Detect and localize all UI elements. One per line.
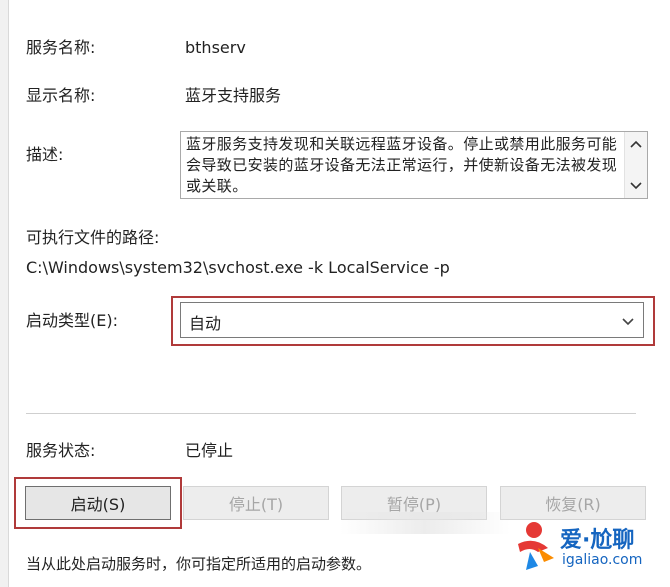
section-divider [26, 413, 636, 414]
description-scrollbar[interactable] [624, 132, 647, 198]
startup-type-label: 启动类型(E): [26, 311, 118, 330]
watermark-logo: 爱·尬聊 igaliao.com [508, 518, 658, 580]
service-status-value: 已停止 [185, 441, 234, 460]
service-status-label: 服务状态: [26, 441, 96, 460]
window-left-edge [0, 0, 9, 587]
startup-type-value: 自动 [189, 314, 222, 333]
resume-button[interactable]: 恢复(R) [500, 486, 646, 520]
stop-button[interactable]: 停止(T) [183, 486, 329, 520]
mascot-icon [518, 522, 554, 570]
watermark-site: igaliao.com [562, 552, 643, 568]
executable-path-label: 可执行文件的路径: [26, 228, 160, 247]
scroll-up-icon[interactable] [625, 134, 647, 154]
description-text: 蓝牙服务支持发现和关联远程蓝牙设备。停止或禁用此服务可能会导致已安装的蓝牙设备无… [186, 135, 618, 195]
service-name-value: bthserv [185, 38, 246, 57]
description-label: 描述: [26, 145, 64, 164]
scroll-down-icon[interactable] [625, 176, 647, 196]
startup-type-select[interactable]: 自动 [180, 302, 644, 338]
service-name-label: 服务名称: [26, 38, 96, 57]
watermark-brand: 爱·尬聊 [560, 528, 635, 553]
start-button[interactable]: 启动(S) [25, 486, 171, 520]
startup-parameters-hint: 当从此处启动服务时，你可指定所适用的启动参数。 [26, 555, 372, 573]
watermark-blur [340, 512, 510, 534]
executable-path-value: C:\Windows\system32\svchost.exe -k Local… [26, 258, 450, 277]
display-name-label: 显示名称: [26, 86, 96, 105]
display-name-value: 蓝牙支持服务 [185, 86, 282, 105]
description-box[interactable]: 蓝牙服务支持发现和关联远程蓝牙设备。停止或禁用此服务可能会导致已安装的蓝牙设备无… [180, 131, 648, 199]
chevron-down-icon [621, 313, 635, 327]
